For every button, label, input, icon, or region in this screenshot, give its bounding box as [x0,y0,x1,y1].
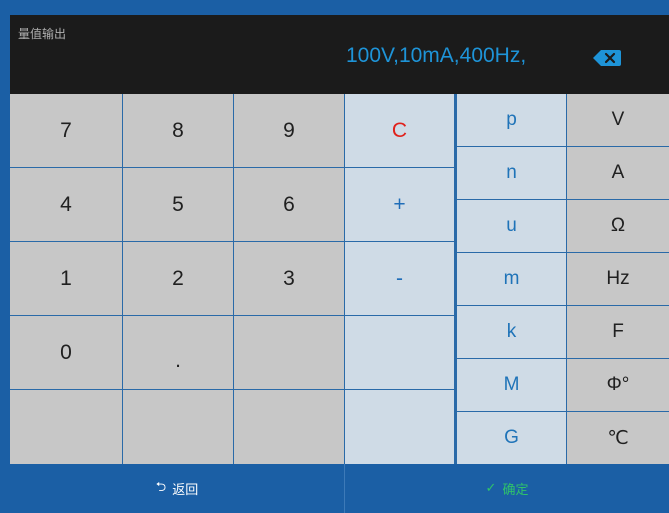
prefix-giga[interactable]: G [457,412,566,464]
key-6[interactable]: 6 [234,168,344,241]
key-empty-2 [345,316,454,389]
key-empty-1 [234,316,344,389]
confirm-label: 确定 [502,483,529,498]
prefix-micro[interactable]: u [457,200,566,252]
key-9[interactable]: 9 [234,94,344,167]
prefix-mega[interactable]: M [457,359,566,411]
confirm-button[interactable]: ✓ 确定 [345,464,669,513]
unit-volt[interactable]: V [567,94,669,146]
prefix-kilo[interactable]: k [457,306,566,358]
display-title: 量值输出 [18,27,67,41]
key-dot[interactable]: . [123,316,233,389]
key-minus[interactable]: - [345,242,454,315]
key-4[interactable]: 4 [10,168,122,241]
key-empty-6 [345,390,454,464]
value-display: 量值输出 100V,10mA,400Hz, [10,15,669,94]
keypad-grid: 7 8 9 C 4 5 6 + 1 2 3 - 0 . p n u m k M … [10,94,669,464]
unit-farad[interactable]: F [567,306,669,358]
unit-celsius[interactable]: ℃ [567,412,669,464]
check-icon: ✓ [485,481,497,496]
back-label: 返回 [172,483,199,498]
bottom-bar: ⮌ 返回 ✓ 确定 [10,464,669,513]
prefix-pico[interactable]: p [457,94,566,146]
return-icon: ⮌ [155,479,167,495]
key-0[interactable]: 0 [10,316,122,389]
unit-ohm[interactable]: Ω [567,200,669,252]
key-2[interactable]: 2 [123,242,233,315]
display-value: 100V,10mA,400Hz, [346,44,527,67]
key-empty-3 [10,390,122,464]
key-plus[interactable]: + [345,168,454,241]
prefix-nano[interactable]: n [457,147,566,199]
unit-hertz[interactable]: Hz [567,253,669,305]
key-1[interactable]: 1 [10,242,122,315]
back-button[interactable]: ⮌ 返回 [10,464,344,513]
unit-phase-degree[interactable]: Φ° [567,359,669,411]
key-7[interactable]: 7 [10,94,122,167]
unit-ampere[interactable]: A [567,147,669,199]
key-3[interactable]: 3 [234,242,344,315]
key-clear[interactable]: C [345,94,454,167]
key-empty-4 [123,390,233,464]
prefix-milli[interactable]: m [457,253,566,305]
key-empty-5 [234,390,344,464]
key-5[interactable]: 5 [123,168,233,241]
backspace-icon[interactable] [592,49,622,67]
key-8[interactable]: 8 [123,94,233,167]
